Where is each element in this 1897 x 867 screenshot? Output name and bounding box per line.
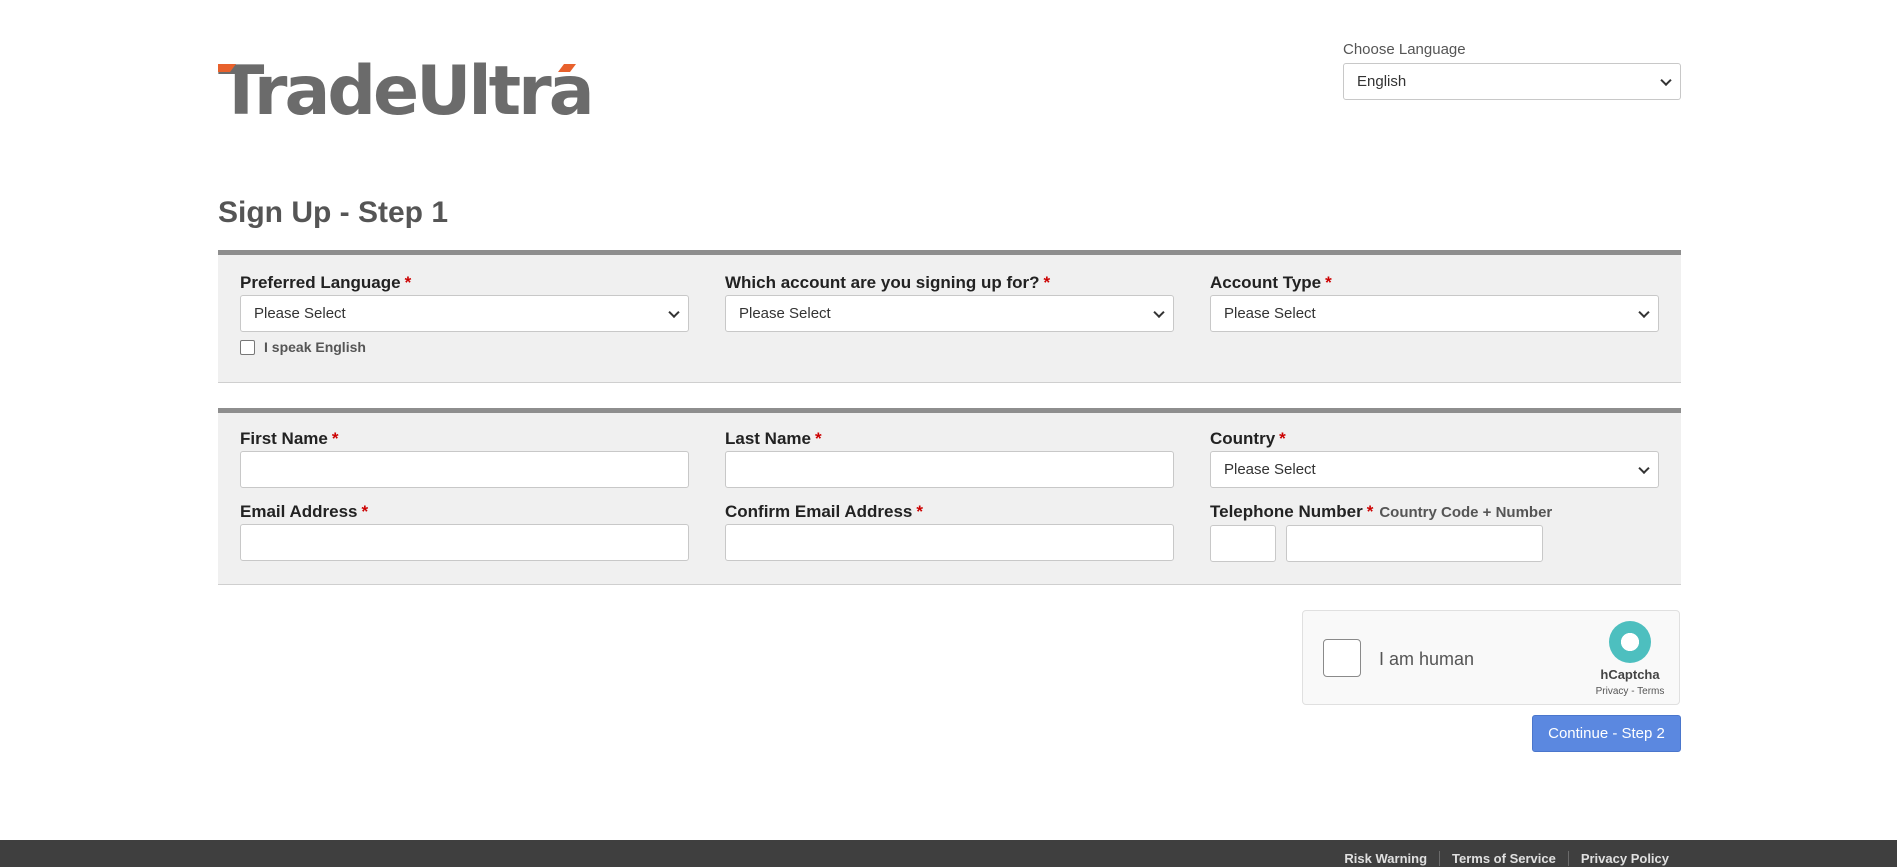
telephone-inputs: [1210, 525, 1681, 562]
preferred-language-label: Preferred Language *: [240, 273, 412, 292]
account-preferences-panel: Preferred Language * Please Select I spea…: [218, 250, 1681, 383]
chevron-down-icon: [1638, 306, 1650, 318]
email-field: Email Address *: [240, 502, 689, 561]
page-title: Sign Up - Step 1: [218, 196, 449, 229]
language-chooser: Choose Language English: [1343, 41, 1681, 100]
first-name-label: First Name *: [240, 429, 339, 448]
confirm-email-field: Confirm Email Address *: [725, 502, 1174, 561]
confirm-email-label: Confirm Email Address *: [725, 502, 923, 521]
footer: Risk Warning Terms of Service Privacy Po…: [0, 840, 1897, 867]
speak-english-checkbox-row[interactable]: I speak English: [240, 339, 366, 355]
preferred-language-select[interactable]: Please Select: [240, 295, 689, 332]
account-signup-label: Which account are you signing up for? *: [725, 273, 1051, 292]
footer-link-risk-warning[interactable]: Risk Warning: [1332, 851, 1439, 866]
personal-details-panel: First Name * Last Name * Country * Please S…: [218, 408, 1681, 585]
telephone-label: Telephone Number * Country Code + Number: [1210, 502, 1553, 521]
preferred-language-field: Preferred Language * Please Select: [240, 273, 689, 332]
hcaptcha-widget: I am human hCaptcha Privacy - Terms: [1302, 610, 1680, 705]
captcha-label: I am human: [1379, 649, 1475, 669]
account-type-select[interactable]: Please Select: [1210, 295, 1659, 332]
chevron-down-icon: [1638, 462, 1650, 474]
preferred-language-value: Please Select: [254, 305, 346, 322]
logo-text: TradeUltra: [218, 58, 592, 120]
required-marker: *: [1366, 502, 1374, 521]
chevron-down-icon: [1153, 306, 1165, 318]
speak-english-label: I speak English: [264, 339, 366, 355]
required-marker: *: [916, 502, 923, 521]
hcaptcha-logo-icon: [1609, 621, 1651, 663]
brand-logo: TradeUltra: [218, 58, 598, 120]
confirm-email-input[interactable]: [725, 524, 1174, 561]
required-marker: *: [331, 429, 339, 448]
account-type-label: Account Type *: [1210, 273, 1332, 292]
telephone-number-input[interactable]: [1286, 525, 1543, 562]
required-marker: *: [404, 273, 412, 292]
language-select-value: English: [1357, 73, 1407, 90]
country-select[interactable]: Please Select: [1210, 451, 1659, 488]
last-name-input[interactable]: [725, 451, 1174, 488]
first-name-field: First Name *: [240, 429, 689, 488]
account-type-value: Please Select: [1224, 305, 1316, 322]
country-label: Country *: [1210, 429, 1286, 448]
email-label: Email Address *: [240, 502, 369, 521]
required-marker: *: [1325, 273, 1332, 292]
account-signup-select[interactable]: Please Select: [725, 295, 1174, 332]
footer-links: Risk Warning Terms of Service Privacy Po…: [1332, 851, 1669, 866]
telephone-country-code-input[interactable]: [1210, 525, 1276, 562]
captcha-links[interactable]: Privacy - Terms: [1595, 686, 1665, 697]
required-marker: *: [814, 429, 822, 448]
language-select[interactable]: English: [1343, 63, 1681, 100]
captcha-brand: hCaptcha Privacy - Terms: [1595, 621, 1665, 697]
required-marker: *: [1279, 429, 1286, 448]
telephone-field: Telephone Number * Country Code + Number: [1210, 502, 1681, 562]
continue-step2-button[interactable]: Continue - Step 2: [1532, 715, 1681, 752]
captcha-brand-name: hCaptcha: [1600, 667, 1660, 682]
tradeultra-logo-icon: TradeUltra: [218, 58, 595, 120]
country-field: Country * Please Select: [1210, 429, 1659, 488]
chevron-down-icon: [1660, 74, 1672, 86]
required-marker: *: [1043, 273, 1051, 292]
last-name-field: Last Name *: [725, 429, 1174, 488]
last-name-label: Last Name *: [725, 429, 822, 448]
chevron-down-icon: [668, 306, 680, 318]
footer-link-privacy[interactable]: Privacy Policy: [1567, 851, 1669, 866]
account-signup-field: Which account are you signing up for? * P…: [725, 273, 1174, 332]
account-signup-value: Please Select: [739, 305, 831, 322]
choose-language-label: Choose Language: [1343, 41, 1466, 58]
email-input[interactable]: [240, 524, 689, 561]
speak-english-checkbox[interactable]: [240, 339, 255, 355]
captcha-checkbox[interactable]: [1323, 639, 1361, 677]
footer-link-terms[interactable]: Terms of Service: [1439, 851, 1568, 866]
country-value: Please Select: [1224, 461, 1316, 478]
required-marker: *: [361, 502, 369, 521]
telephone-hint: Country Code + Number: [1379, 504, 1553, 521]
account-type-field: Account Type * Please Select: [1210, 273, 1659, 332]
first-name-input[interactable]: [240, 451, 689, 488]
